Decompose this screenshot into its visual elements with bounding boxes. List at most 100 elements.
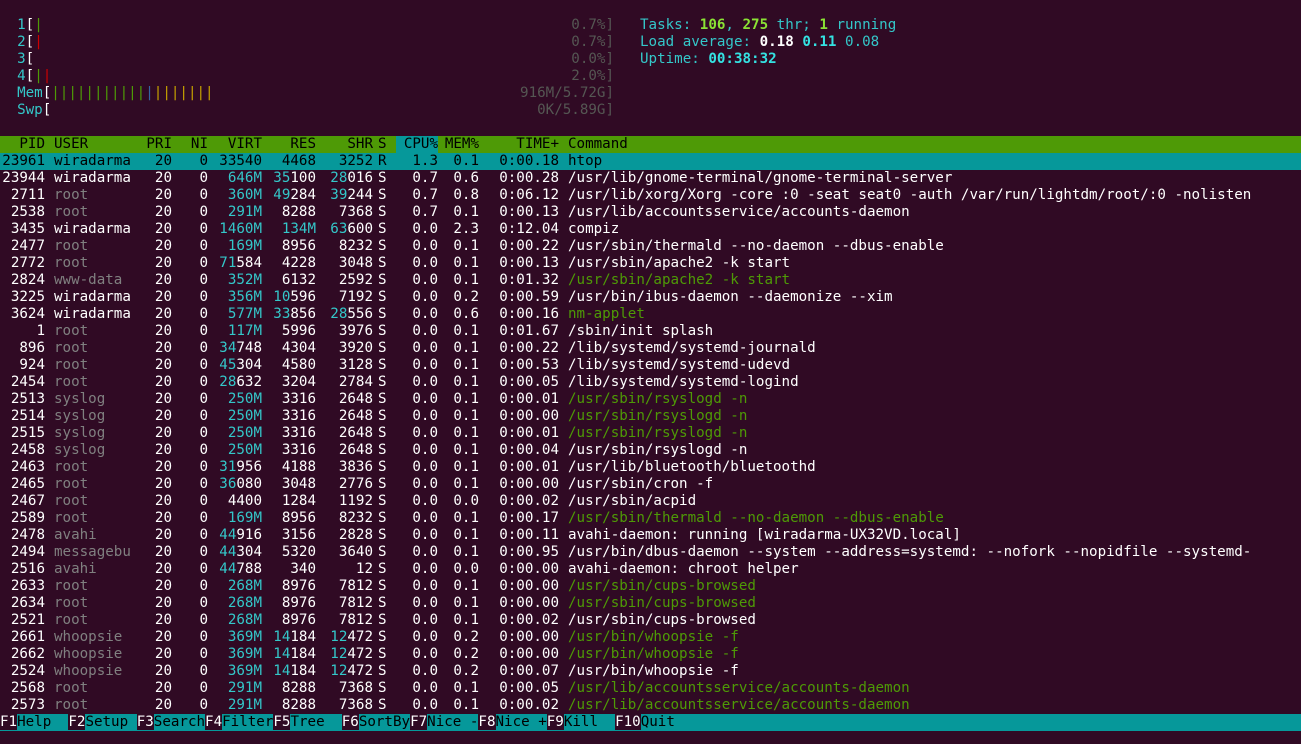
process-row[interactable]: 2516 avahi 20 0 44788 340 12 S 0.0 0.0 0:00.00 avah… xyxy=(0,561,1301,578)
summary-thr-label: thr; xyxy=(768,17,820,33)
fkey-f1-button[interactable]: F1Help xyxy=(0,714,68,730)
process-ni: 0 xyxy=(199,578,208,594)
fkey-f2-button[interactable]: F2Setup xyxy=(68,714,136,730)
process-row[interactable]: 2524 whoopsie 20 0 369M 14184 12472 S 0.0 0.2 0:00… xyxy=(0,663,1301,680)
process-s: S xyxy=(378,289,387,305)
process-row[interactable]: 2662 whoopsie 20 0 369M 14184 12472 S 0.0 0.2 0:00… xyxy=(0,646,1301,663)
size-units: 748 xyxy=(236,340,262,356)
fkey-f10-button[interactable]: F10Quit xyxy=(615,714,675,730)
process-pri: 20 xyxy=(154,153,172,169)
process-row[interactable]: 2661 whoopsie 20 0 369M 14184 12472 S 0.0 0.2 0:00… xyxy=(0,629,1301,646)
process-mem: 0.1 xyxy=(453,442,479,458)
column-header-pid[interactable]: PID xyxy=(0,136,45,153)
process-virt: 369M xyxy=(210,646,262,663)
process-cmd: /lib/systemd/systemd-logind xyxy=(568,374,799,390)
process-virt: 291M xyxy=(210,204,262,221)
process-row[interactable]: 1 root 20 0 117M 5996 3976 S 0.0 0.1 0:01.67/sbin/… xyxy=(0,323,1301,340)
process-cmd: /usr/lib/accountsservice/accounts-daemon xyxy=(568,680,910,696)
process-row[interactable]: 2538 root 20 0 291M 8288 7368 S 0.7 0.1 0:00.13/us… xyxy=(0,204,1301,221)
process-cmd: avahi-daemon: running [wiradarma-UX32VD.… xyxy=(568,527,961,543)
process-s: S xyxy=(378,357,387,373)
process-row[interactable]: 2633 root 20 0 268M 8976 7812 S 0.0 0.1 0:00.00/us… xyxy=(0,578,1301,595)
process-res: 14184 xyxy=(264,663,316,680)
process-user: wiradarma xyxy=(54,153,131,169)
process-row[interactable]: 3225 wiradarma 20 0 356M 10596 7192 S 0.0 0.2 0:00… xyxy=(0,289,1301,306)
fkey-f6-button[interactable]: F6SortBy xyxy=(341,714,410,730)
process-virt: 268M xyxy=(210,595,262,612)
column-header-cpu[interactable]: CPU% xyxy=(396,136,438,153)
column-header-res[interactable]: RES xyxy=(264,136,316,153)
process-row[interactable]: 2514 syslog 20 0 250M 3316 2648 S 0.0 0.1 0:00.00 /… xyxy=(0,408,1301,425)
fkey-f8-button[interactable]: F8Nice + xyxy=(478,714,547,730)
process-pri: 20 xyxy=(154,578,172,594)
process-row[interactable]: 3624 wiradarma 20 0 577M 33856 28556 S 0.0 0.6 0:0… xyxy=(0,306,1301,323)
process-row[interactable]: 2772 root 20 0 71584 4228 3048 S 0.0 0.1 0:00.13/u… xyxy=(0,255,1301,272)
column-header-cmd[interactable]: Command xyxy=(568,136,1301,153)
process-res: 8288 xyxy=(281,680,316,696)
process-row[interactable]: 2824 www-data 20 0 352M 6132 2592 S 0.0 0.1 0:01.3… xyxy=(0,272,1301,289)
process-virt: 44916 xyxy=(210,527,262,544)
column-header-mem[interactable]: MEM% xyxy=(441,136,479,153)
process-pid: 2568 xyxy=(10,680,45,696)
process-row[interactable]: 2513 syslog 20 0 250M 3316 2648 S 0.0 0.1 0:00.01 /… xyxy=(0,391,1301,408)
process-user: root xyxy=(54,612,89,628)
column-header-virt[interactable]: VIRT xyxy=(210,136,262,153)
process-row[interactable]: 2477 root 20 0 169M 8956 8232 S 0.0 0.1 0:00.22/us… xyxy=(0,238,1301,255)
process-pri: 20 xyxy=(154,255,172,271)
column-header-s[interactable]: S xyxy=(378,136,390,153)
process-row[interactable]: 2494 messagebu 20 0 44304 5320 3640 S 0.0 0.1 0:00… xyxy=(0,544,1301,561)
process-table-header[interactable]: PID USER PRI NI VIRT RES SHR S CPU% MEM% TIME+ Comm… xyxy=(0,136,1301,153)
process-row[interactable]: 3435 wiradarma 20 0 1460M 134M 63600 S 0.0 2.3 0:1… xyxy=(0,221,1301,238)
process-row[interactable]: 924 root 20 0 45304 4580 3128 S 0.0 0.1 0:00.53/li… xyxy=(0,357,1301,374)
process-row[interactable]: 2568 root 20 0 291M 8288 7368 S 0.0 0.1 0:00.05/us… xyxy=(0,680,1301,697)
process-cpu: 0.7 xyxy=(412,170,438,186)
process-row[interactable]: 2454 root 20 0 28632 3204 2784 S 0.0 0.1 0:00.05/l… xyxy=(0,374,1301,391)
process-pri: 20 xyxy=(154,663,172,679)
process-row[interactable]: 2465 root 20 0 36080 3048 2776 S 0.0 0.1 0:00.00/u… xyxy=(0,476,1301,493)
size-thousands: 36 xyxy=(219,476,237,492)
process-time: 0:01.67 xyxy=(499,323,559,339)
process-mem: 0.6 xyxy=(453,306,479,322)
column-header-shr[interactable]: SHR xyxy=(318,136,373,153)
column-header-time[interactable]: TIME+ xyxy=(490,136,559,153)
process-row[interactable]: 2467 root 20 0 4400 1284 1192 S 0.0 0.0 0:00.02/us… xyxy=(0,493,1301,510)
column-header-user[interactable]: USER xyxy=(54,136,136,153)
process-ni: 0 xyxy=(199,255,208,271)
process-cmd: /lib/systemd/systemd-journald xyxy=(568,340,816,356)
fkey-f5-button[interactable]: F5Tree xyxy=(273,714,341,730)
process-pid: 3435 xyxy=(10,221,45,237)
process-row[interactable]: 23961 wiradarma 20 0 33540 4468 3252 R 1.3 0.1 0:0… xyxy=(0,153,1301,170)
process-ni: 0 xyxy=(199,238,208,254)
process-row[interactable]: 23944 wiradarma 20 0 646M 35100 28016 S 0.7 0.6 0:… xyxy=(0,170,1301,187)
process-time: 0:00.01 xyxy=(499,391,559,407)
summary-line: Uptime: 00:38:32 xyxy=(640,51,777,68)
process-pri: 20 xyxy=(154,612,172,628)
process-pri: 20 xyxy=(154,493,172,509)
process-cpu: 0.0 xyxy=(412,680,438,696)
process-row[interactable]: 2458 syslog 20 0 250M 3316 2648 S 0.0 0.1 0:00.04 /… xyxy=(0,442,1301,459)
process-virt: 169M xyxy=(210,510,262,527)
fkey-f9-button[interactable]: F9Kill xyxy=(546,714,615,730)
process-row[interactable]: 2521 root 20 0 268M 8976 7812 S 0.0 0.1 0:00.02/us… xyxy=(0,612,1301,629)
process-list[interactable]: 23961 wiradarma 20 0 33540 4468 3252 R 1.3 0.1 0:0… xyxy=(0,153,1301,714)
column-header-pri[interactable]: PRI xyxy=(137,136,172,153)
process-row[interactable]: 896 root 20 0 34748 4304 3920 S 0.0 0.1 0:00.22/li… xyxy=(0,340,1301,357)
process-row[interactable]: 2711 root 20 0 360M 49284 39244 S 0.7 0.8 0:06.12/… xyxy=(0,187,1301,204)
column-header-ni[interactable]: NI xyxy=(174,136,208,153)
process-row[interactable]: 2478 avahi 20 0 44916 3156 2828 S 0.0 0.1 0:00.11 a… xyxy=(0,527,1301,544)
fkey-f7-button[interactable]: F7Nice - xyxy=(410,714,478,730)
process-virt: 369M xyxy=(210,629,262,646)
process-row[interactable]: 2589 root 20 0 169M 8956 8232 S 0.0 0.1 0:00.17/us… xyxy=(0,510,1301,527)
process-cmd: /lib/systemd/systemd-udevd xyxy=(568,357,791,373)
summary-load1: 0.18 xyxy=(759,34,794,50)
meter-bar: | xyxy=(34,17,43,33)
process-shr: 7812 xyxy=(338,578,373,594)
fkey-f3-button[interactable]: F3Search xyxy=(136,714,205,730)
process-row[interactable]: 2573 root 20 0 291M 8288 7368 S 0.0 0.1 0:00.02/us… xyxy=(0,697,1301,714)
meter-label-wrap: 3[ xyxy=(17,51,34,68)
process-virt: 36080 xyxy=(210,476,262,493)
process-row[interactable]: 2515 syslog 20 0 250M 3316 2648 S 0.0 0.1 0:00.01 /… xyxy=(0,425,1301,442)
process-row[interactable]: 2463 root 20 0 31956 4188 3836 S 0.0 0.1 0:00.01/u… xyxy=(0,459,1301,476)
fkey-f4-button[interactable]: F4Filter xyxy=(205,714,273,730)
process-row[interactable]: 2634 root 20 0 268M 8976 7812 S 0.0 0.1 0:00.00/us… xyxy=(0,595,1301,612)
